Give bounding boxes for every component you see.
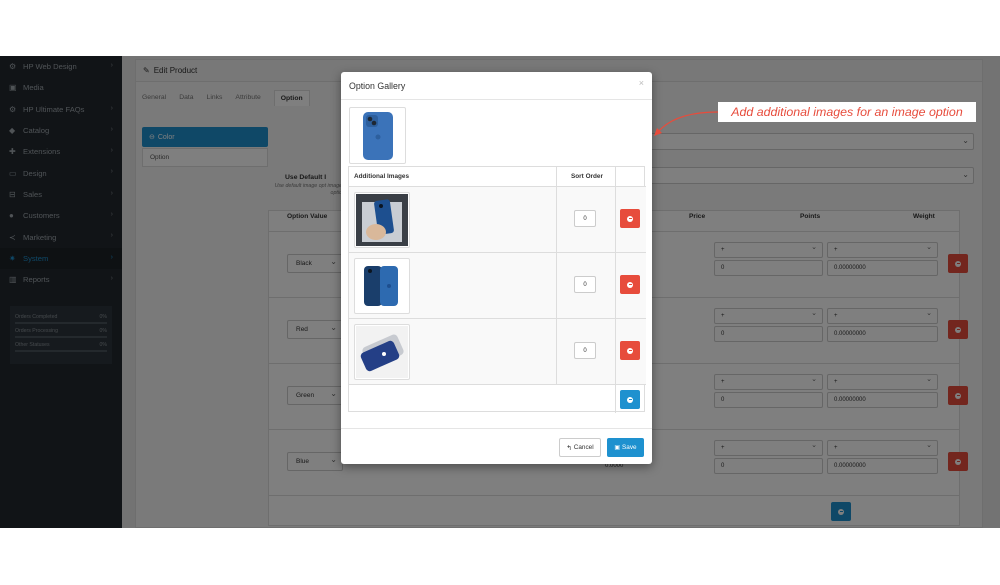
minus-circle-icon xyxy=(627,215,633,222)
additional-image-thumb[interactable] xyxy=(354,192,410,248)
annotation-callout: Add additional images for an image optio… xyxy=(718,102,976,122)
option-main-image[interactable] xyxy=(349,107,406,164)
modal-footer-divider xyxy=(341,428,652,429)
additional-image-thumb[interactable] xyxy=(354,258,410,314)
remove-image-button[interactable] xyxy=(620,275,640,294)
col-additional-images: Additional Images xyxy=(354,173,410,180)
remove-image-button[interactable] xyxy=(620,341,640,360)
save-button[interactable]: ▣ Save xyxy=(607,438,644,457)
sort-order-value: 0 xyxy=(583,215,587,222)
phone-in-hand-image xyxy=(356,194,408,246)
modal-header: Option Gallery × xyxy=(341,72,652,100)
reply-icon: ↰ xyxy=(566,444,572,452)
minus-circle-icon xyxy=(627,281,633,288)
remove-image-button[interactable] xyxy=(620,209,640,228)
additional-image-thumb[interactable] xyxy=(354,324,410,380)
add-image-button[interactable] xyxy=(620,390,640,409)
phone-pair-image xyxy=(356,260,408,312)
phones-flat-image xyxy=(356,326,408,378)
cancel-button[interactable]: ↰ Cancel xyxy=(559,438,601,457)
additional-images-table: Additional Images Sort Order 0 0 0 xyxy=(348,166,646,413)
minus-circle-icon xyxy=(627,347,633,354)
table-divider xyxy=(615,167,616,413)
floppy-icon: ▣ xyxy=(614,445,621,451)
sort-order-value: 0 xyxy=(583,347,587,354)
phone-back-image xyxy=(362,111,393,160)
sort-order-value: 0 xyxy=(583,281,587,288)
save-label: Save xyxy=(622,444,637,451)
cancel-label: Cancel xyxy=(573,444,594,451)
sort-order-input[interactable]: 0 xyxy=(574,342,596,359)
option-gallery-modal: Option Gallery × Additional Images Sort … xyxy=(341,72,652,464)
sort-order-input[interactable]: 0 xyxy=(574,210,596,227)
table-divider xyxy=(349,384,646,385)
table-divider xyxy=(556,167,557,384)
col-sort-order: Sort Order xyxy=(571,173,603,180)
annotation-arrow xyxy=(654,111,719,136)
plus-circle-icon xyxy=(627,396,633,403)
app-screen: ⚙HP Web Design›▣Media⚙HP Ultimate FAQs›◆… xyxy=(0,56,1000,528)
sort-order-input[interactable]: 0 xyxy=(574,276,596,293)
close-icon[interactable]: × xyxy=(639,78,644,88)
modal-title: Option Gallery xyxy=(349,80,406,91)
